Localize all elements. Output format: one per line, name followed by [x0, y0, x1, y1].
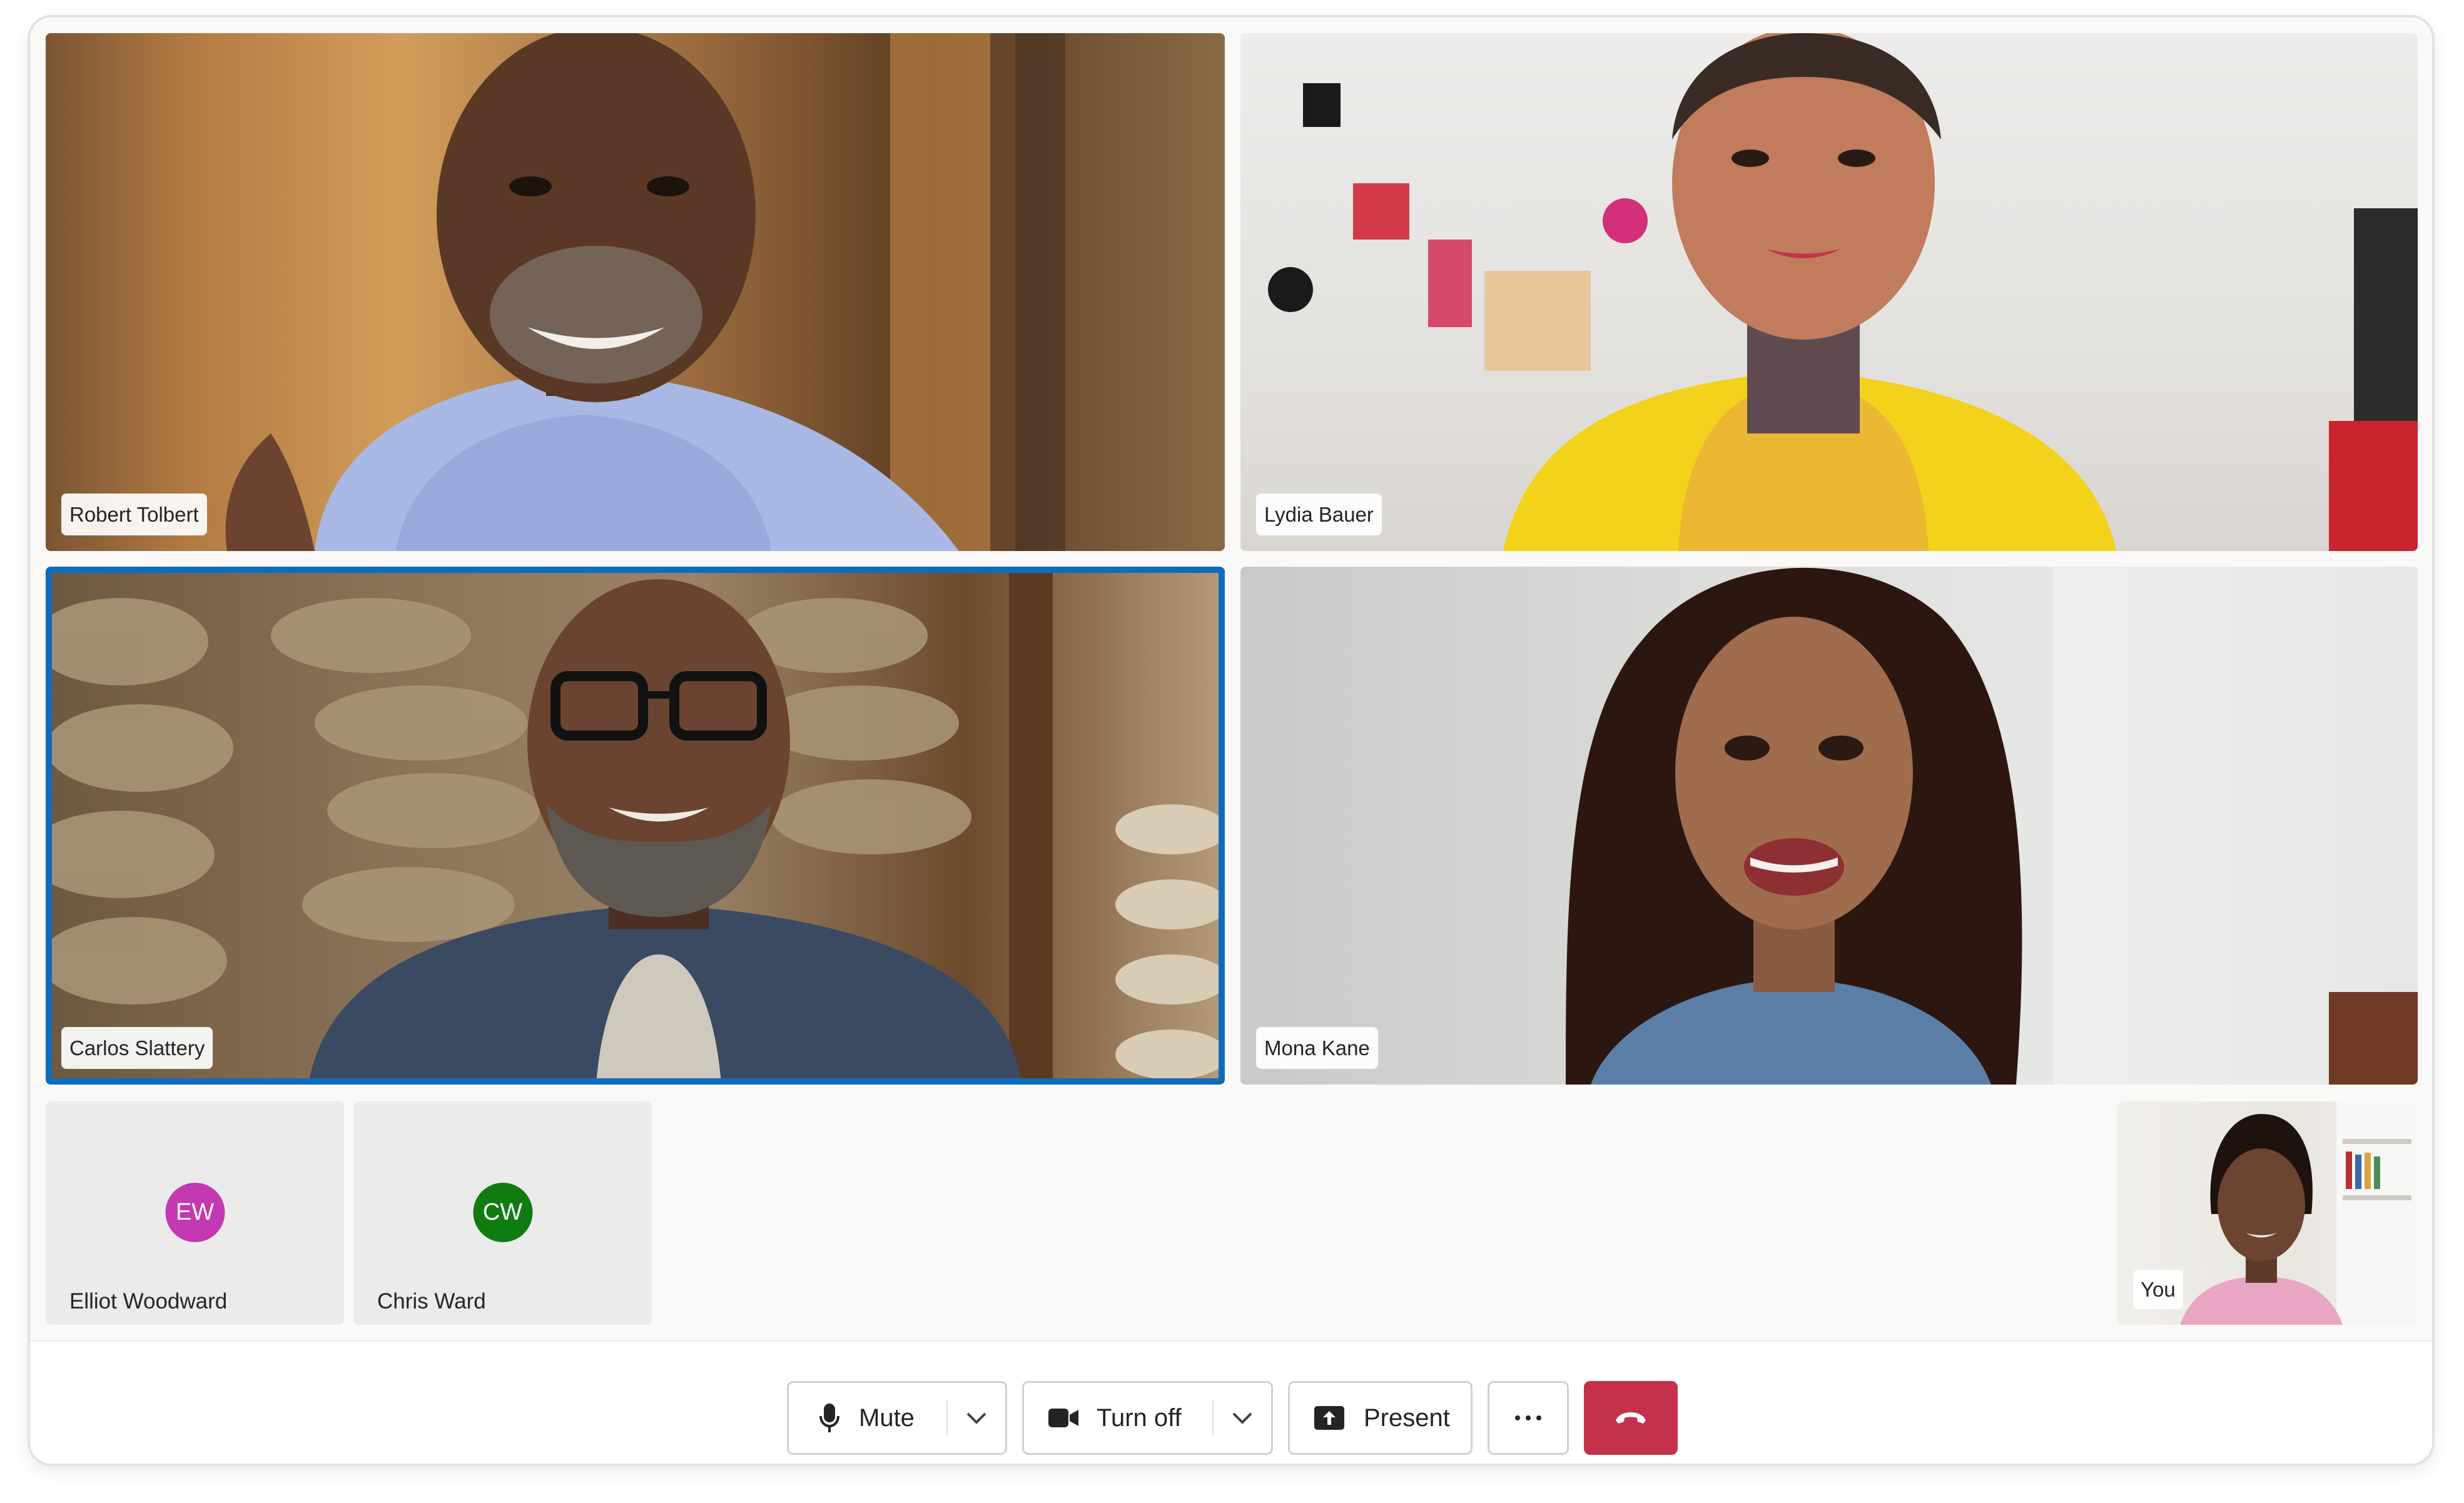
- avatar: EW: [165, 1183, 225, 1242]
- call-window: Robert Tolbert Lydia Bauer Carlos Slatte…: [30, 18, 2432, 1464]
- avatar: CW: [473, 1183, 532, 1242]
- participant-name: Chris Ward: [377, 1289, 486, 1313]
- participant-video: [1566, 567, 2418, 1085]
- chevron-down-icon: [966, 1412, 986, 1424]
- participant-video: [1268, 33, 2418, 551]
- call-control-bar: Mute Turn off Present: [30, 1340, 2432, 1464]
- chevron-down-icon: [1232, 1412, 1252, 1424]
- camera-toggle-button[interactable]: Turn off: [1024, 1383, 1212, 1453]
- video-camera-icon: [1048, 1407, 1079, 1429]
- video-tile-mona[interactable]: Mona Kane: [1240, 567, 2418, 1085]
- participant-video: [46, 567, 1225, 1085]
- participant-name-tag: Robert Tolbert: [61, 493, 207, 535]
- video-options-chevron-button[interactable]: [1214, 1383, 1271, 1453]
- audio-tile-chris[interactable]: CW Chris Ward: [353, 1101, 652, 1325]
- audio-tile-elliot[interactable]: EW Elliot Woodward: [46, 1101, 344, 1325]
- camera-button-group: Turn off: [1022, 1381, 1273, 1455]
- audio-options-chevron-button[interactable]: [948, 1383, 1005, 1453]
- participant-name-tag: You: [2133, 1270, 2183, 1309]
- present-label: Present: [1364, 1404, 1450, 1432]
- self-view-tile[interactable]: You: [2117, 1101, 2418, 1325]
- video-tile-lydia[interactable]: Lydia Bauer: [1240, 33, 2418, 551]
- participant-name-tag: Mona Kane: [1256, 1027, 1378, 1069]
- participant-name-tag: Lydia Bauer: [1256, 493, 1382, 535]
- participant-name: Elliot Woodward: [69, 1289, 228, 1313]
- more-options-button[interactable]: [1488, 1381, 1569, 1455]
- mute-button-group: Mute: [787, 1381, 1007, 1455]
- mute-button[interactable]: Mute: [789, 1383, 946, 1453]
- present-button[interactable]: Present: [1288, 1381, 1473, 1455]
- mute-label: Mute: [859, 1404, 915, 1432]
- more-icon: [1514, 1415, 1542, 1421]
- video-tile-carlos[interactable]: Carlos Slattery: [46, 567, 1225, 1085]
- share-screen-icon: [1314, 1405, 1345, 1430]
- participant-video: [225, 33, 1065, 551]
- camera-label: Turn off: [1097, 1404, 1182, 1432]
- leave-call-button[interactable]: [1584, 1381, 1678, 1455]
- microphone-icon: [819, 1402, 840, 1434]
- video-tile-robert[interactable]: Robert Tolbert: [46, 33, 1225, 551]
- participant-name-tag: Carlos Slattery: [61, 1027, 213, 1069]
- hang-up-icon: [1613, 1410, 1648, 1425]
